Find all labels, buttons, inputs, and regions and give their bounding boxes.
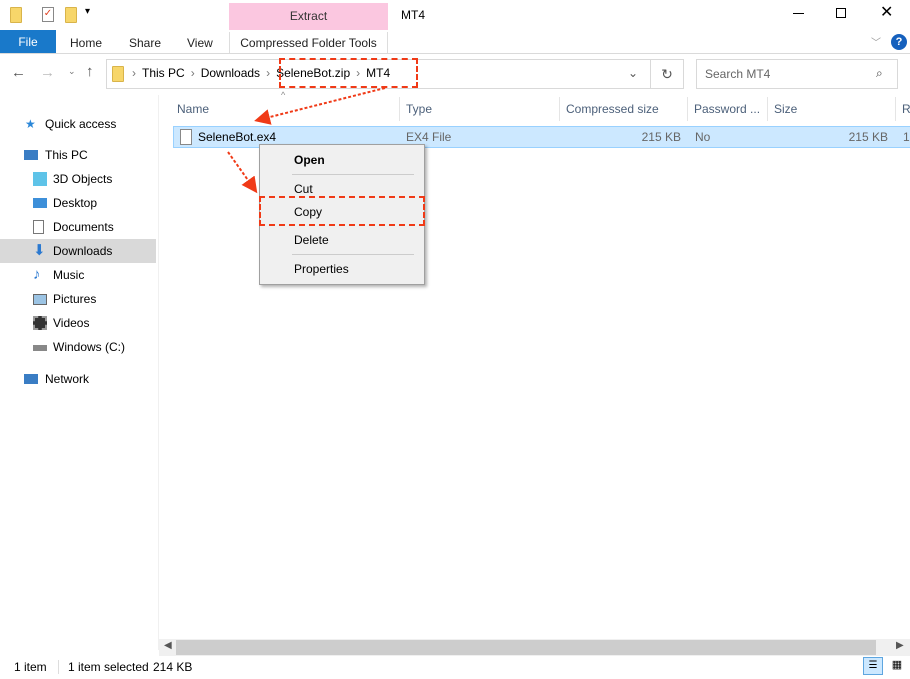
annotation-arrow-to-copy [227,151,258,194]
scroll-right-button[interactable]: ▶ [896,640,904,651]
scroll-thumb[interactable] [176,640,876,655]
horizontal-scrollbar[interactable]: ◀ ▶ [159,639,910,656]
annotation-arrows [227,87,386,194]
scroll-left-button[interactable]: ◀ [164,640,172,651]
large-icons-view-button[interactable]: ▦ [887,657,907,675]
status-item-count: 1 item [14,660,47,674]
status-size: 214 KB [153,660,193,674]
annotation-arrow-to-file [254,87,386,125]
status-selected: 1 item selected [68,660,149,674]
details-view-button[interactable]: ☰ [863,657,883,675]
status-divider [58,660,59,674]
